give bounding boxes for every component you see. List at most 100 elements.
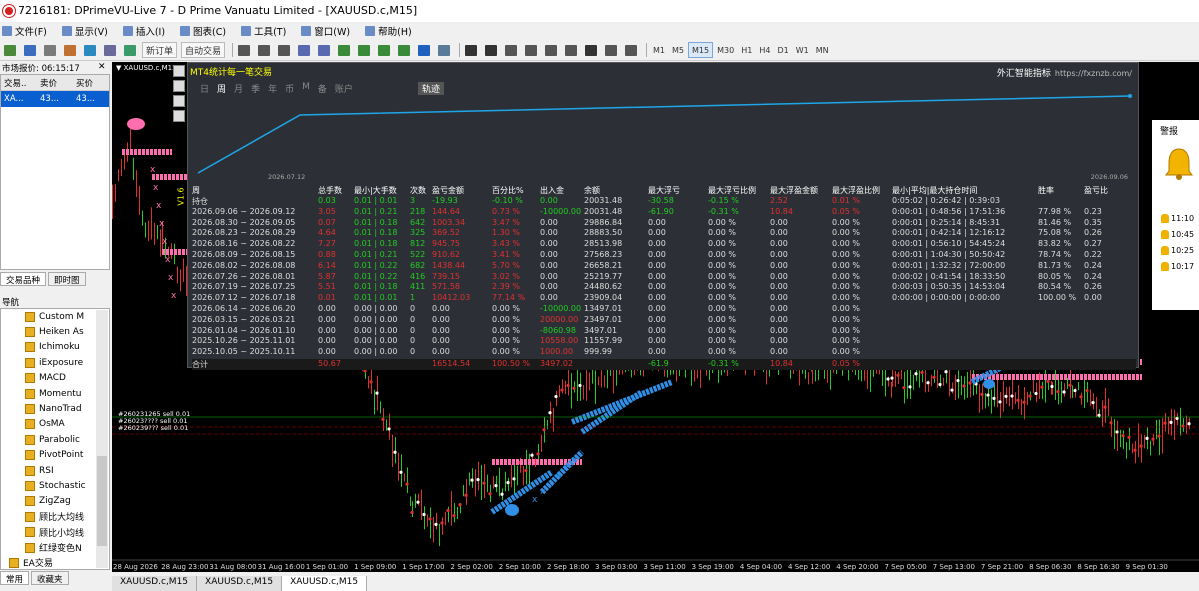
navigator-item[interactable]: PivotPoint bbox=[1, 448, 109, 463]
timeframe-d1-button[interactable]: D1 bbox=[774, 42, 791, 58]
timeframe-w1-button[interactable]: W1 bbox=[793, 42, 812, 58]
navigator-item[interactable]: Momentu bbox=[1, 386, 109, 401]
timeframe-mn-button[interactable]: MN bbox=[813, 42, 832, 58]
menu-item-1[interactable]: 显示(V) bbox=[61, 24, 108, 38]
autoscroll-icon[interactable] bbox=[356, 42, 372, 58]
panel-button-3[interactable] bbox=[173, 95, 185, 107]
column-header[interactable]: 卖价 bbox=[37, 77, 73, 89]
trendline-icon[interactable] bbox=[543, 42, 559, 58]
sell-marker: x bbox=[165, 255, 171, 265]
indicator-version-label: V1.6 bbox=[176, 187, 186, 206]
profiles-icon[interactable] bbox=[22, 42, 38, 58]
hline-icon[interactable] bbox=[523, 42, 539, 58]
navigator-item[interactable]: 顾比大均线 bbox=[1, 509, 109, 524]
tester-icon[interactable] bbox=[122, 42, 138, 58]
auto-trade-button[interactable]: 自动交易 bbox=[181, 42, 226, 58]
menu-item-0[interactable]: 文件(F) bbox=[2, 24, 47, 38]
chart-tab[interactable]: XAUUSD.c,M15 bbox=[112, 576, 198, 591]
menu-item-6[interactable]: 帮助(H) bbox=[365, 24, 412, 38]
menu-item-5[interactable]: 窗口(W) bbox=[301, 24, 350, 38]
menu-item-4[interactable]: 工具(T) bbox=[241, 24, 286, 38]
alert-item[interactable]: 11:10 bbox=[1161, 212, 1199, 225]
stats-cell: 0.00 | 0.00 bbox=[354, 347, 398, 357]
timeframe-m15-button[interactable]: M15 bbox=[688, 42, 714, 58]
timeframe-m5-button[interactable]: M5 bbox=[669, 42, 687, 58]
alert-item[interactable]: 10:17 bbox=[1161, 260, 1199, 273]
navigator-item[interactable]: EA交易 bbox=[1, 555, 109, 569]
navigator-item[interactable]: Heiken As bbox=[1, 324, 109, 339]
navigator-item[interactable]: Parabolic bbox=[1, 432, 109, 447]
alert-item[interactable]: 10:45 bbox=[1161, 228, 1199, 241]
close-icon[interactable]: ✕ bbox=[98, 62, 106, 72]
zoom-out-icon[interactable] bbox=[316, 42, 332, 58]
trade-marker bbox=[375, 391, 379, 395]
timeframe-m1-button[interactable]: M1 bbox=[650, 42, 668, 58]
alert-item[interactable]: 10:25 bbox=[1161, 244, 1199, 257]
navigator-icon[interactable] bbox=[62, 42, 78, 58]
label-icon[interactable] bbox=[603, 42, 619, 58]
timeframe-m30-button[interactable]: M30 bbox=[714, 42, 737, 58]
periods-icon[interactable] bbox=[416, 42, 432, 58]
stats-cell: 0.00 % bbox=[832, 304, 860, 313]
indicators-icon[interactable] bbox=[396, 42, 412, 58]
menu-item-2[interactable]: 插入(I) bbox=[122, 24, 165, 38]
zoom-in-icon[interactable] bbox=[296, 42, 312, 58]
timeframe-h1-button[interactable]: H1 bbox=[738, 42, 755, 58]
navigator-item[interactable]: MACD bbox=[1, 371, 109, 386]
navigator-item[interactable]: iExposure bbox=[1, 355, 109, 370]
text-icon[interactable] bbox=[583, 42, 599, 58]
column-header[interactable]: 交易.. bbox=[1, 77, 37, 89]
cursor-icon[interactable] bbox=[463, 42, 479, 58]
market-watch-tab[interactable]: 交易品种 bbox=[0, 272, 47, 286]
crosshair-icon[interactable] bbox=[483, 42, 499, 58]
navigator-tab[interactable]: 常用 bbox=[0, 571, 30, 585]
market-watch-tab[interactable]: 即时图 bbox=[48, 272, 86, 286]
data-window-icon[interactable] bbox=[82, 42, 98, 58]
navigator-item[interactable]: Custom M bbox=[1, 309, 109, 324]
channel-icon[interactable] bbox=[563, 42, 579, 58]
navigator-item[interactable]: NanoTrad bbox=[1, 401, 109, 416]
trade-marker bbox=[1145, 436, 1149, 441]
chart-tab[interactable]: XAUUSD.c,M15 bbox=[282, 576, 368, 591]
navigator-item[interactable]: Stochastic bbox=[1, 478, 109, 493]
navigator-item[interactable]: RSI bbox=[1, 463, 109, 478]
navigator-item[interactable]: OsMA bbox=[1, 417, 109, 432]
panel-button-2[interactable] bbox=[173, 80, 185, 92]
chart-tab[interactable]: XAUUSD.c,M15 bbox=[197, 576, 283, 591]
stats-cell: 20031.48 bbox=[584, 206, 623, 216]
stats-cell: 0.01 | 0.18 bbox=[354, 239, 398, 249]
navigator-item[interactable]: Ichimoku bbox=[1, 340, 109, 355]
panel-button-4[interactable] bbox=[173, 110, 185, 122]
column-header[interactable]: 买价 bbox=[73, 77, 109, 89]
trade-marker bbox=[938, 382, 942, 387]
navigator-item[interactable]: ZigZag bbox=[1, 494, 109, 509]
templates-icon[interactable] bbox=[436, 42, 452, 58]
vline-icon[interactable] bbox=[503, 42, 519, 58]
tile-icon[interactable] bbox=[336, 42, 352, 58]
timeframe-h4-button[interactable]: H4 bbox=[756, 42, 773, 58]
navigator-tab[interactable]: 收藏夹 bbox=[31, 571, 69, 585]
navigator-scroll-thumb[interactable] bbox=[97, 456, 107, 546]
table-row[interactable]: XA... 43... 43... bbox=[1, 91, 109, 107]
panel-button-1[interactable] bbox=[173, 65, 185, 77]
stats-cell: 522 bbox=[410, 250, 426, 259]
order-label[interactable]: #260239??? sell 0.01 bbox=[118, 424, 188, 432]
market-watch-icon[interactable] bbox=[42, 42, 58, 58]
stats-cell: 0.00 bbox=[432, 347, 450, 357]
stats-cell: 2.52 bbox=[770, 196, 788, 205]
menu-item-3[interactable]: 图表(C) bbox=[180, 24, 226, 38]
x-axis-label: 1 Sep 09:00 bbox=[354, 563, 397, 571]
new-order-button[interactable]: 新订单 bbox=[142, 42, 178, 58]
indicator-icon bbox=[25, 450, 35, 461]
arrows-icon[interactable] bbox=[623, 42, 639, 58]
terminal-icon[interactable] bbox=[102, 42, 118, 58]
bar-chart-icon[interactable] bbox=[236, 42, 252, 58]
chart-shift-icon[interactable] bbox=[376, 42, 392, 58]
brand-url[interactable]: https://fxznzb.com/ bbox=[1055, 69, 1132, 78]
new-chart-icon[interactable] bbox=[2, 42, 18, 58]
line-chart-icon[interactable] bbox=[276, 42, 292, 58]
navigator-item[interactable]: 顾比小均线 bbox=[1, 524, 109, 539]
navigator-item[interactable]: 红绿变色N bbox=[1, 540, 109, 555]
candles-icon[interactable] bbox=[256, 42, 272, 58]
brand-label[interactable]: 外汇智能指标 https://fxznzb.com/ bbox=[997, 66, 1132, 79]
